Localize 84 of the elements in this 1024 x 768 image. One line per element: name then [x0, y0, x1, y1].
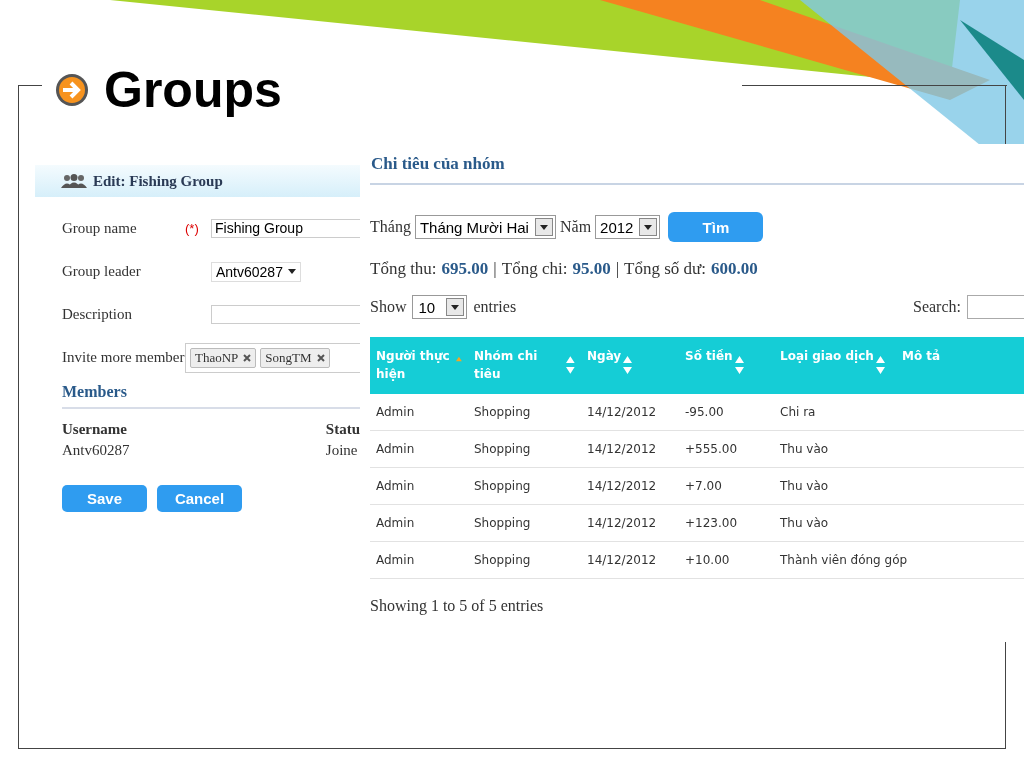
table-cell: Thu vào [780, 516, 829, 530]
table-cell: Admin [376, 553, 415, 567]
column-header[interactable]: Ngày [581, 337, 679, 394]
table-cell: +555.00 [685, 442, 738, 456]
table-cell: Thu vào [780, 479, 829, 493]
table-cell: +123.00 [685, 516, 738, 530]
table-cell: Shopping [474, 405, 531, 419]
text-field[interactable]: Fishing Group [211, 219, 360, 238]
table-cell: Shopping [474, 442, 531, 456]
total-label: Tổng chi: [501, 259, 568, 279]
field-label: Description [62, 306, 133, 323]
column-header[interactable]: Loại giao dịch [774, 337, 896, 394]
search-button[interactable]: Tìm [668, 212, 764, 242]
entries-label: entries [473, 298, 517, 316]
member-tag[interactable]: SongTM [260, 347, 330, 368]
page-size-dropdown[interactable]: 10 [412, 295, 468, 319]
table-cell: +7.00 [685, 479, 722, 493]
table-cell: -95.00 [685, 405, 724, 419]
panel-title: Edit: Fishing Group [93, 172, 223, 190]
caret-icon [644, 224, 653, 230]
separator: | [615, 259, 620, 279]
caret-icon [451, 304, 460, 310]
panel-title: Chi tiêu của nhóm [370, 144, 1024, 185]
month-label: Tháng [370, 218, 411, 236]
month-dropdown[interactable]: Tháng Mười Hai [414, 215, 556, 239]
search-field[interactable] [967, 295, 1024, 319]
tag-input-field[interactable]: ThaoNP SongTM [185, 342, 360, 373]
field-label: Invite more member [62, 349, 185, 366]
table-cell: Shopping [474, 516, 531, 530]
table-cell: Shopping [474, 553, 531, 567]
year-label: Năm [559, 218, 592, 236]
column-header[interactable]: Nhóm chi tiêu [468, 337, 581, 394]
member-tag[interactable]: ThaoNP [190, 347, 257, 368]
year-dropdown[interactable]: 2012 [595, 215, 661, 239]
column-header: Statu [325, 421, 360, 438]
table-cell: 14/12/2012 [587, 479, 657, 493]
table-cell: Chi ra [780, 405, 816, 419]
table-cell-text: Antv60287 [62, 442, 131, 459]
caret-icon [287, 269, 296, 274]
search-label: Search: [913, 298, 961, 316]
required-mark: (*) [185, 221, 199, 236]
text-field[interactable] [211, 305, 360, 324]
field-label: Group leader [62, 263, 142, 280]
table-cell: Thành viên đóng góp [780, 553, 908, 567]
users-icon [61, 174, 87, 188]
table-cell: Admin [376, 442, 415, 456]
action-button[interactable]: Save [62, 485, 147, 512]
separator: | [493, 259, 497, 279]
slide-title: Groups [104, 61, 282, 119]
column-header: Username [62, 421, 128, 438]
column-header[interactable]: Người thực hiện [370, 337, 468, 394]
leader-dropdown[interactable]: Antv60287 [211, 261, 301, 282]
sort-ascending-icon [456, 356, 462, 362]
table-info: Showing 1 to 5 of 5 entries [370, 597, 545, 615]
show-label: Show [370, 298, 407, 316]
total-value: 95.00 [572, 259, 611, 279]
total-label: Tổng số dư: [624, 259, 706, 279]
table-cell: +10.00 [685, 553, 730, 567]
sort-icon [734, 356, 744, 374]
sort-icon [875, 356, 885, 374]
table-cell: Admin [376, 516, 415, 530]
total-label: Tổng thu: [370, 259, 437, 279]
table-cell: 14/12/2012 [587, 553, 657, 567]
total-value: 600.00 [711, 259, 758, 279]
table-cell: Thu vào [780, 442, 829, 456]
table-cell-text: Joine [325, 442, 359, 459]
remove-icon [316, 353, 325, 362]
action-button[interactable]: Cancel [157, 485, 242, 512]
table-cell: 14/12/2012 [587, 442, 657, 456]
table-cell: Shopping [474, 479, 531, 493]
section-title: Members [62, 383, 360, 409]
remove-icon [243, 353, 252, 362]
field-label: Group name [62, 220, 138, 237]
column-header[interactable]: Mô tả [896, 337, 1024, 394]
total-value: 695.00 [441, 259, 489, 279]
caret-icon [539, 224, 548, 230]
table-cell: Admin [376, 479, 415, 493]
table-cell: 14/12/2012 [587, 405, 657, 419]
sort-icon [623, 356, 633, 374]
sort-icon [566, 356, 575, 374]
table-cell: 14/12/2012 [587, 516, 657, 530]
arrow-circle-icon [54, 72, 90, 108]
column-header[interactable]: Số tiền [679, 337, 774, 394]
table-cell: Admin [376, 405, 415, 419]
